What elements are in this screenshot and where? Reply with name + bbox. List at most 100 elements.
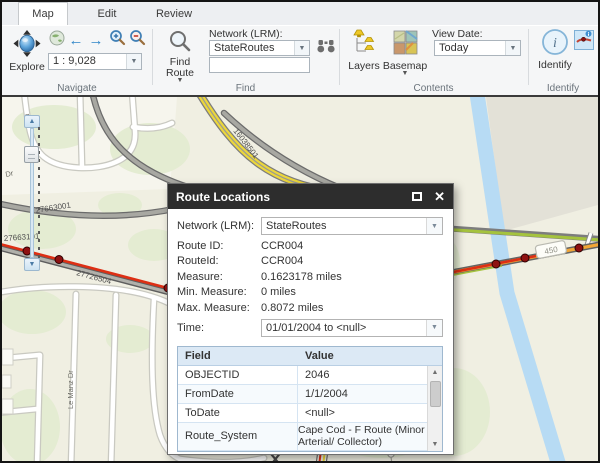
- identify-button[interactable]: i Identify: [535, 28, 575, 70]
- full-extent-button[interactable]: [48, 30, 65, 51]
- dlg-route-id-label: Route ID:: [177, 239, 224, 252]
- route-identify-icon: [576, 30, 592, 51]
- cell-value: 1/1/2004: [305, 387, 348, 400]
- ribbon-tab-row: Map Edit Review: [2, 2, 598, 25]
- identify-info-icon: i: [541, 28, 569, 59]
- close-icon[interactable]: ✕: [434, 190, 445, 203]
- dlg-measure-row: Measure: 0.1623178 miles: [177, 269, 443, 285]
- dlg-min-measure-label: Min. Measure:: [177, 286, 247, 299]
- dlg-measure-label: Measure:: [177, 270, 223, 283]
- basemap-dropdown-caret[interactable]: ▼: [402, 70, 409, 77]
- route-search-value: [210, 58, 309, 72]
- route-search-input[interactable]: [209, 57, 310, 73]
- cell-field: OBJECTID: [178, 365, 298, 384]
- binoculars-icon: [317, 38, 335, 59]
- scroll-up-icon[interactable]: ▲: [428, 366, 442, 379]
- find-route-magnifier-icon: [168, 29, 192, 56]
- explore-label: Explore: [9, 61, 45, 73]
- col-header-field: Field: [185, 349, 211, 362]
- map-view: 450 27663001 27663101 27726504 16038501: [2, 95, 598, 461]
- maximize-icon[interactable]: [412, 192, 423, 201]
- network-lrm-label: Network (LRM):: [209, 28, 283, 40]
- chevron-down-icon[interactable]: ▼: [126, 54, 141, 69]
- table-row[interactable]: OBJECTID 2046: [178, 365, 427, 385]
- zoom-out-icon: [129, 29, 146, 51]
- group-divider: [339, 29, 340, 85]
- dlg-network-combo[interactable]: StateRoutes ▼: [261, 217, 443, 235]
- fixed-zoom-in-button[interactable]: [108, 29, 126, 51]
- fixed-zoom-out-button[interactable]: [128, 29, 146, 51]
- dlg-max-measure-label: Max. Measure:: [177, 301, 250, 314]
- attribute-table-header: Field Value: [178, 346, 442, 366]
- find-route-label-1: Find: [169, 56, 191, 68]
- map-zoom-slider: ▲ ▼: [23, 115, 41, 271]
- dlg-route-id-value: CCR004: [261, 239, 304, 252]
- dlg-min-measure-value: 0 miles: [261, 286, 296, 299]
- group-label-find: Find: [235, 83, 256, 94]
- tab-edit[interactable]: Edit: [82, 4, 132, 25]
- zoom-in-icon: [109, 29, 126, 51]
- group-divider: [152, 29, 153, 85]
- ribbon-body: Explore ← → 1: 9,028 ▼ Navigate Find Ro…: [2, 25, 598, 95]
- cell-value: Cape Cod - F Route (Minor Arterial/ Coll…: [298, 424, 425, 448]
- dlg-time-combo[interactable]: 01/01/2004 to <null> ▼: [261, 318, 443, 337]
- cell-value: 2046: [305, 368, 330, 381]
- dlg-routeid-row: RouteId: CCR004: [177, 254, 443, 270]
- find-route-button[interactable]: Find Route ▼: [159, 29, 201, 84]
- explore-button[interactable]: Explore: [7, 29, 47, 72]
- forward-arrow-icon: →: [88, 32, 104, 49]
- view-date-value: Today: [439, 42, 469, 54]
- table-row[interactable]: FromDate 1/1/2004: [178, 384, 427, 404]
- chevron-down-icon[interactable]: ▼: [426, 319, 442, 336]
- chevron-down-icon[interactable]: ▼: [426, 218, 442, 234]
- network-lrm-value: StateRoutes: [214, 42, 275, 54]
- table-scrollbar[interactable]: ▲ ▼: [427, 365, 442, 451]
- view-date-combo[interactable]: Today ▼: [434, 40, 521, 56]
- network-lrm-combo[interactable]: StateRoutes ▼: [209, 40, 310, 56]
- layers-tree-icon: [351, 29, 377, 60]
- scroll-down-icon[interactable]: ▼: [428, 438, 442, 451]
- dlg-routeid-value: CCR004: [261, 255, 304, 268]
- scrollbar-thumb[interactable]: [429, 380, 441, 407]
- chevron-down-icon[interactable]: ▼: [505, 41, 520, 55]
- group-divider: [528, 29, 529, 85]
- dlg-max-measure-row: Max. Measure: 0.8072 miles: [177, 300, 443, 316]
- attribute-table-rows: OBJECTID 2046 FromDate 1/1/2004 ToDate <…: [178, 365, 427, 451]
- cell-field: ToDate: [178, 403, 298, 422]
- identify-route-locations-tool[interactable]: [574, 30, 594, 50]
- group-label-identify: Identify: [546, 83, 580, 94]
- group-label-navigate: Navigate: [57, 83, 97, 94]
- slider-thumb[interactable]: [24, 146, 39, 163]
- dlg-network-label: Network (LRM):: [177, 220, 255, 232]
- dlg-time-label: Time:: [177, 321, 205, 334]
- explore-icon: [12, 29, 42, 61]
- slider-down-button[interactable]: ▼: [24, 258, 40, 271]
- layers-label: Layers: [348, 60, 380, 72]
- next-extent-button[interactable]: →: [87, 32, 105, 49]
- dlg-network-value: StateRoutes: [266, 220, 327, 232]
- table-row[interactable]: ToDate <null>: [178, 403, 427, 423]
- map-scale-combo[interactable]: 1 : 9,028 ▼: [48, 53, 142, 70]
- globe-icon: [49, 30, 65, 51]
- table-row[interactable]: Route_System Cape Cod - F Route (Minor A…: [178, 422, 427, 451]
- cell-field: FromDate: [178, 384, 298, 403]
- chevron-down-icon[interactable]: ▼: [294, 41, 309, 55]
- dlg-routeid-label: RouteId:: [177, 255, 219, 268]
- dlg-route-id-row: Route ID: CCR004: [177, 238, 443, 254]
- basemap-button[interactable]: Basemap ▼: [383, 29, 427, 77]
- view-date-label: View Date:: [432, 28, 483, 40]
- back-arrow-icon: ←: [68, 32, 84, 49]
- tab-review[interactable]: Review: [146, 4, 202, 25]
- previous-extent-button[interactable]: ←: [67, 32, 85, 49]
- dialog-body: Network (LRM): StateRoutes ▼ Route ID: C…: [168, 209, 453, 452]
- tab-map[interactable]: Map: [18, 2, 68, 25]
- dialog-title-bar[interactable]: Route Locations ✕: [168, 184, 453, 209]
- identify-label: Identify: [538, 59, 572, 71]
- map-label-le-manz-dr: Le Manz Dr: [66, 370, 75, 409]
- dlg-min-measure-row: Min. Measure: 0 miles: [177, 285, 443, 301]
- layers-button[interactable]: Layers: [345, 29, 383, 71]
- map-scale-value: 1 : 9,028: [53, 55, 96, 67]
- dlg-time-value: 01/01/2004 to <null>: [266, 321, 367, 334]
- attribute-table: Field Value OBJECTID 2046 FromDate 1/1/2…: [177, 345, 443, 452]
- search-routes-button[interactable]: [316, 39, 336, 57]
